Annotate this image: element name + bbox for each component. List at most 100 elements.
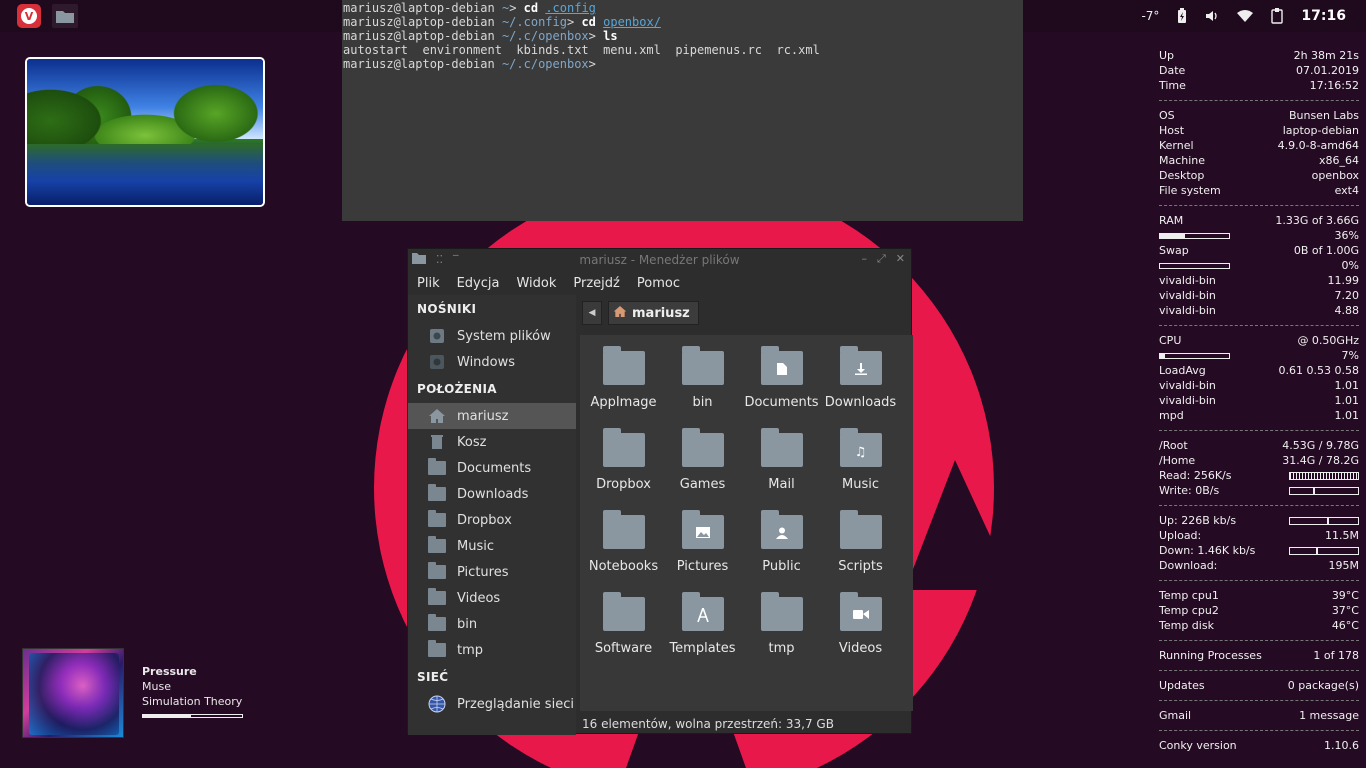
sidebar-item-browse-network[interactable]: Przeglądanie sieci	[408, 691, 576, 717]
minimize-icon[interactable]: –	[861, 252, 867, 266]
clipboard-icon[interactable]	[1271, 8, 1284, 24]
conky-row: File system ext4	[1159, 183, 1359, 198]
file-item[interactable]: Pictures	[663, 509, 742, 591]
volume-icon[interactable]	[1205, 9, 1219, 23]
folder-image-icon	[681, 510, 724, 549]
folder-icon	[428, 640, 446, 658]
conky-value: 31.4G / 78.2G	[1282, 454, 1359, 467]
file-item[interactable]: bin	[663, 345, 742, 427]
terminal-line: mariusz@laptop-debian ~/.c/openbox>	[343, 57, 596, 71]
conky-graph-row: Down: 1.46K kb/s	[1159, 543, 1359, 558]
conky-key: Host	[1159, 124, 1185, 137]
conky-key: Date	[1159, 64, 1186, 77]
conky-separator	[1159, 423, 1359, 438]
file-item[interactable]: Scripts	[821, 509, 900, 591]
conky-key: Updates	[1159, 679, 1205, 692]
file-item[interactable]: Software	[584, 591, 663, 673]
sidebar-item-home[interactable]: mariusz	[408, 403, 576, 429]
terminal-window[interactable]: mariusz@laptop-debian ~> cd .config mari…	[342, 0, 1023, 221]
file-item[interactable]: tmp	[742, 591, 821, 673]
sidebar-item-windows[interactable]: Windows	[408, 349, 576, 375]
file-item[interactable]: ♫ Music	[821, 427, 900, 509]
file-grid: AppImage bin Documents Downloads Dropbox Game…	[580, 335, 913, 711]
clock[interactable]: 17:16	[1301, 8, 1346, 24]
conky-key: mpd	[1159, 409, 1184, 422]
album-cover	[22, 648, 124, 738]
file-item[interactable]: Videos	[821, 591, 900, 673]
file-item[interactable]: Games	[663, 427, 742, 509]
file-item[interactable]: Documents	[742, 345, 821, 427]
file-label: Templates	[669, 641, 736, 656]
folder-icon	[681, 428, 724, 467]
conky-value: 4.88	[1334, 304, 1360, 317]
file-item[interactable]: Templates	[663, 591, 742, 673]
menu-go[interactable]: Przejdź	[573, 276, 619, 291]
file-manager-window[interactable]: ⁚⁚ ‾ mariusz - Menedżer plików – ⤢ ✕ Pli…	[407, 248, 913, 735]
chevron-left-icon[interactable]: ◀	[582, 301, 602, 325]
conky-separator	[1159, 573, 1359, 588]
folder-pictures-icon	[428, 562, 446, 580]
wifi-icon[interactable]	[1237, 10, 1254, 22]
menu-edit[interactable]: Edycja	[457, 276, 500, 291]
sidebar-item-documents[interactable]: Documents	[408, 455, 576, 481]
sticky-icon[interactable]: ⁚⁚	[436, 253, 443, 266]
sidebar-item-dropbox[interactable]: Dropbox	[408, 507, 576, 533]
sidebar-item-tmp[interactable]: tmp	[408, 637, 576, 663]
folder-download-icon	[839, 346, 882, 385]
conky-graph	[1289, 516, 1359, 525]
conky-key: Kernel	[1159, 139, 1194, 152]
conky-monitor: Up 2h 38m 21s Date 07.01.2019 Time 17:16:52 OS…	[1159, 48, 1359, 753]
window-titlebar[interactable]: ⁚⁚ ‾ mariusz - Menedżer plików – ⤢ ✕	[408, 249, 911, 271]
folder-icon	[602, 428, 645, 467]
conky-value: laptop-debian	[1282, 124, 1359, 137]
conky-graph-row: Read: 256K/s	[1159, 468, 1359, 483]
sidebar-item-trash[interactable]: Kosz	[408, 429, 576, 455]
conky-key: Time	[1159, 79, 1186, 92]
conky-key: Up: 226B kb/s	[1159, 514, 1237, 527]
conky-value: @ 0.50GHz	[1297, 334, 1359, 347]
sidebar-item-downloads[interactable]: Downloads	[408, 481, 576, 507]
file-item[interactable]: Public	[742, 509, 821, 591]
menu-view[interactable]: Widok	[516, 276, 556, 291]
conky-row: Upload: 11.5M	[1159, 528, 1359, 543]
sidebar-item-music[interactable]: Music	[408, 533, 576, 559]
close-icon[interactable]: ✕	[896, 252, 905, 266]
maximize-icon[interactable]: ⤢	[877, 252, 886, 266]
shade-icon[interactable]: ‾	[453, 253, 459, 266]
conky-key: vivaldi-bin	[1159, 394, 1216, 407]
wallpaper-notch-right	[905, 460, 1015, 590]
sidebar-item-pictures[interactable]: Pictures	[408, 559, 576, 585]
battery-charging-icon[interactable]	[1177, 8, 1187, 24]
weather-temperature[interactable]: -7°	[1141, 9, 1159, 23]
folder-music-icon	[428, 536, 446, 554]
file-item[interactable]: Downloads	[821, 345, 900, 427]
file-item[interactable]: Notebooks	[584, 509, 663, 591]
conky-row: vivaldi-bin 7.20	[1159, 288, 1359, 303]
menu-file[interactable]: Plik	[417, 276, 440, 291]
menu-help[interactable]: Pomoc	[637, 276, 680, 291]
file-manager-task-icon[interactable]	[52, 4, 78, 28]
breadcrumb-home[interactable]: mariusz	[608, 301, 699, 325]
conky-value: openbox	[1311, 169, 1359, 182]
file-item[interactable]: Mail	[742, 427, 821, 509]
conky-graph	[1289, 486, 1359, 495]
file-label: Software	[594, 641, 653, 656]
conky-key: OS	[1159, 109, 1175, 122]
main-pane: ◀ mariusz AppImage bin Documents Downloads D…	[580, 295, 913, 735]
terminal-output: autostart environment kbinds.txt menu.xm…	[343, 43, 820, 57]
file-label: AppImage	[590, 395, 657, 410]
conky-row: Up 2h 38m 21s	[1159, 48, 1359, 63]
vivaldi-launcher-icon[interactable]: V	[17, 4, 41, 28]
sidebar-item-filesystem[interactable]: System plików	[408, 323, 576, 349]
sidebar-item-bin[interactable]: bin	[408, 611, 576, 637]
conky-row: Download: 195M	[1159, 558, 1359, 573]
file-item[interactable]: Dropbox	[584, 427, 663, 509]
sidebar-item-videos[interactable]: Videos	[408, 585, 576, 611]
photo-water	[27, 143, 263, 205]
drive-icon	[428, 354, 446, 370]
conky-value: 0.61 0.53 0.58	[1278, 364, 1359, 377]
window-menu-icon[interactable]	[412, 252, 426, 267]
conky-bar	[1159, 232, 1230, 239]
file-item[interactable]: AppImage	[584, 345, 663, 427]
conky-key: vivaldi-bin	[1159, 304, 1216, 317]
